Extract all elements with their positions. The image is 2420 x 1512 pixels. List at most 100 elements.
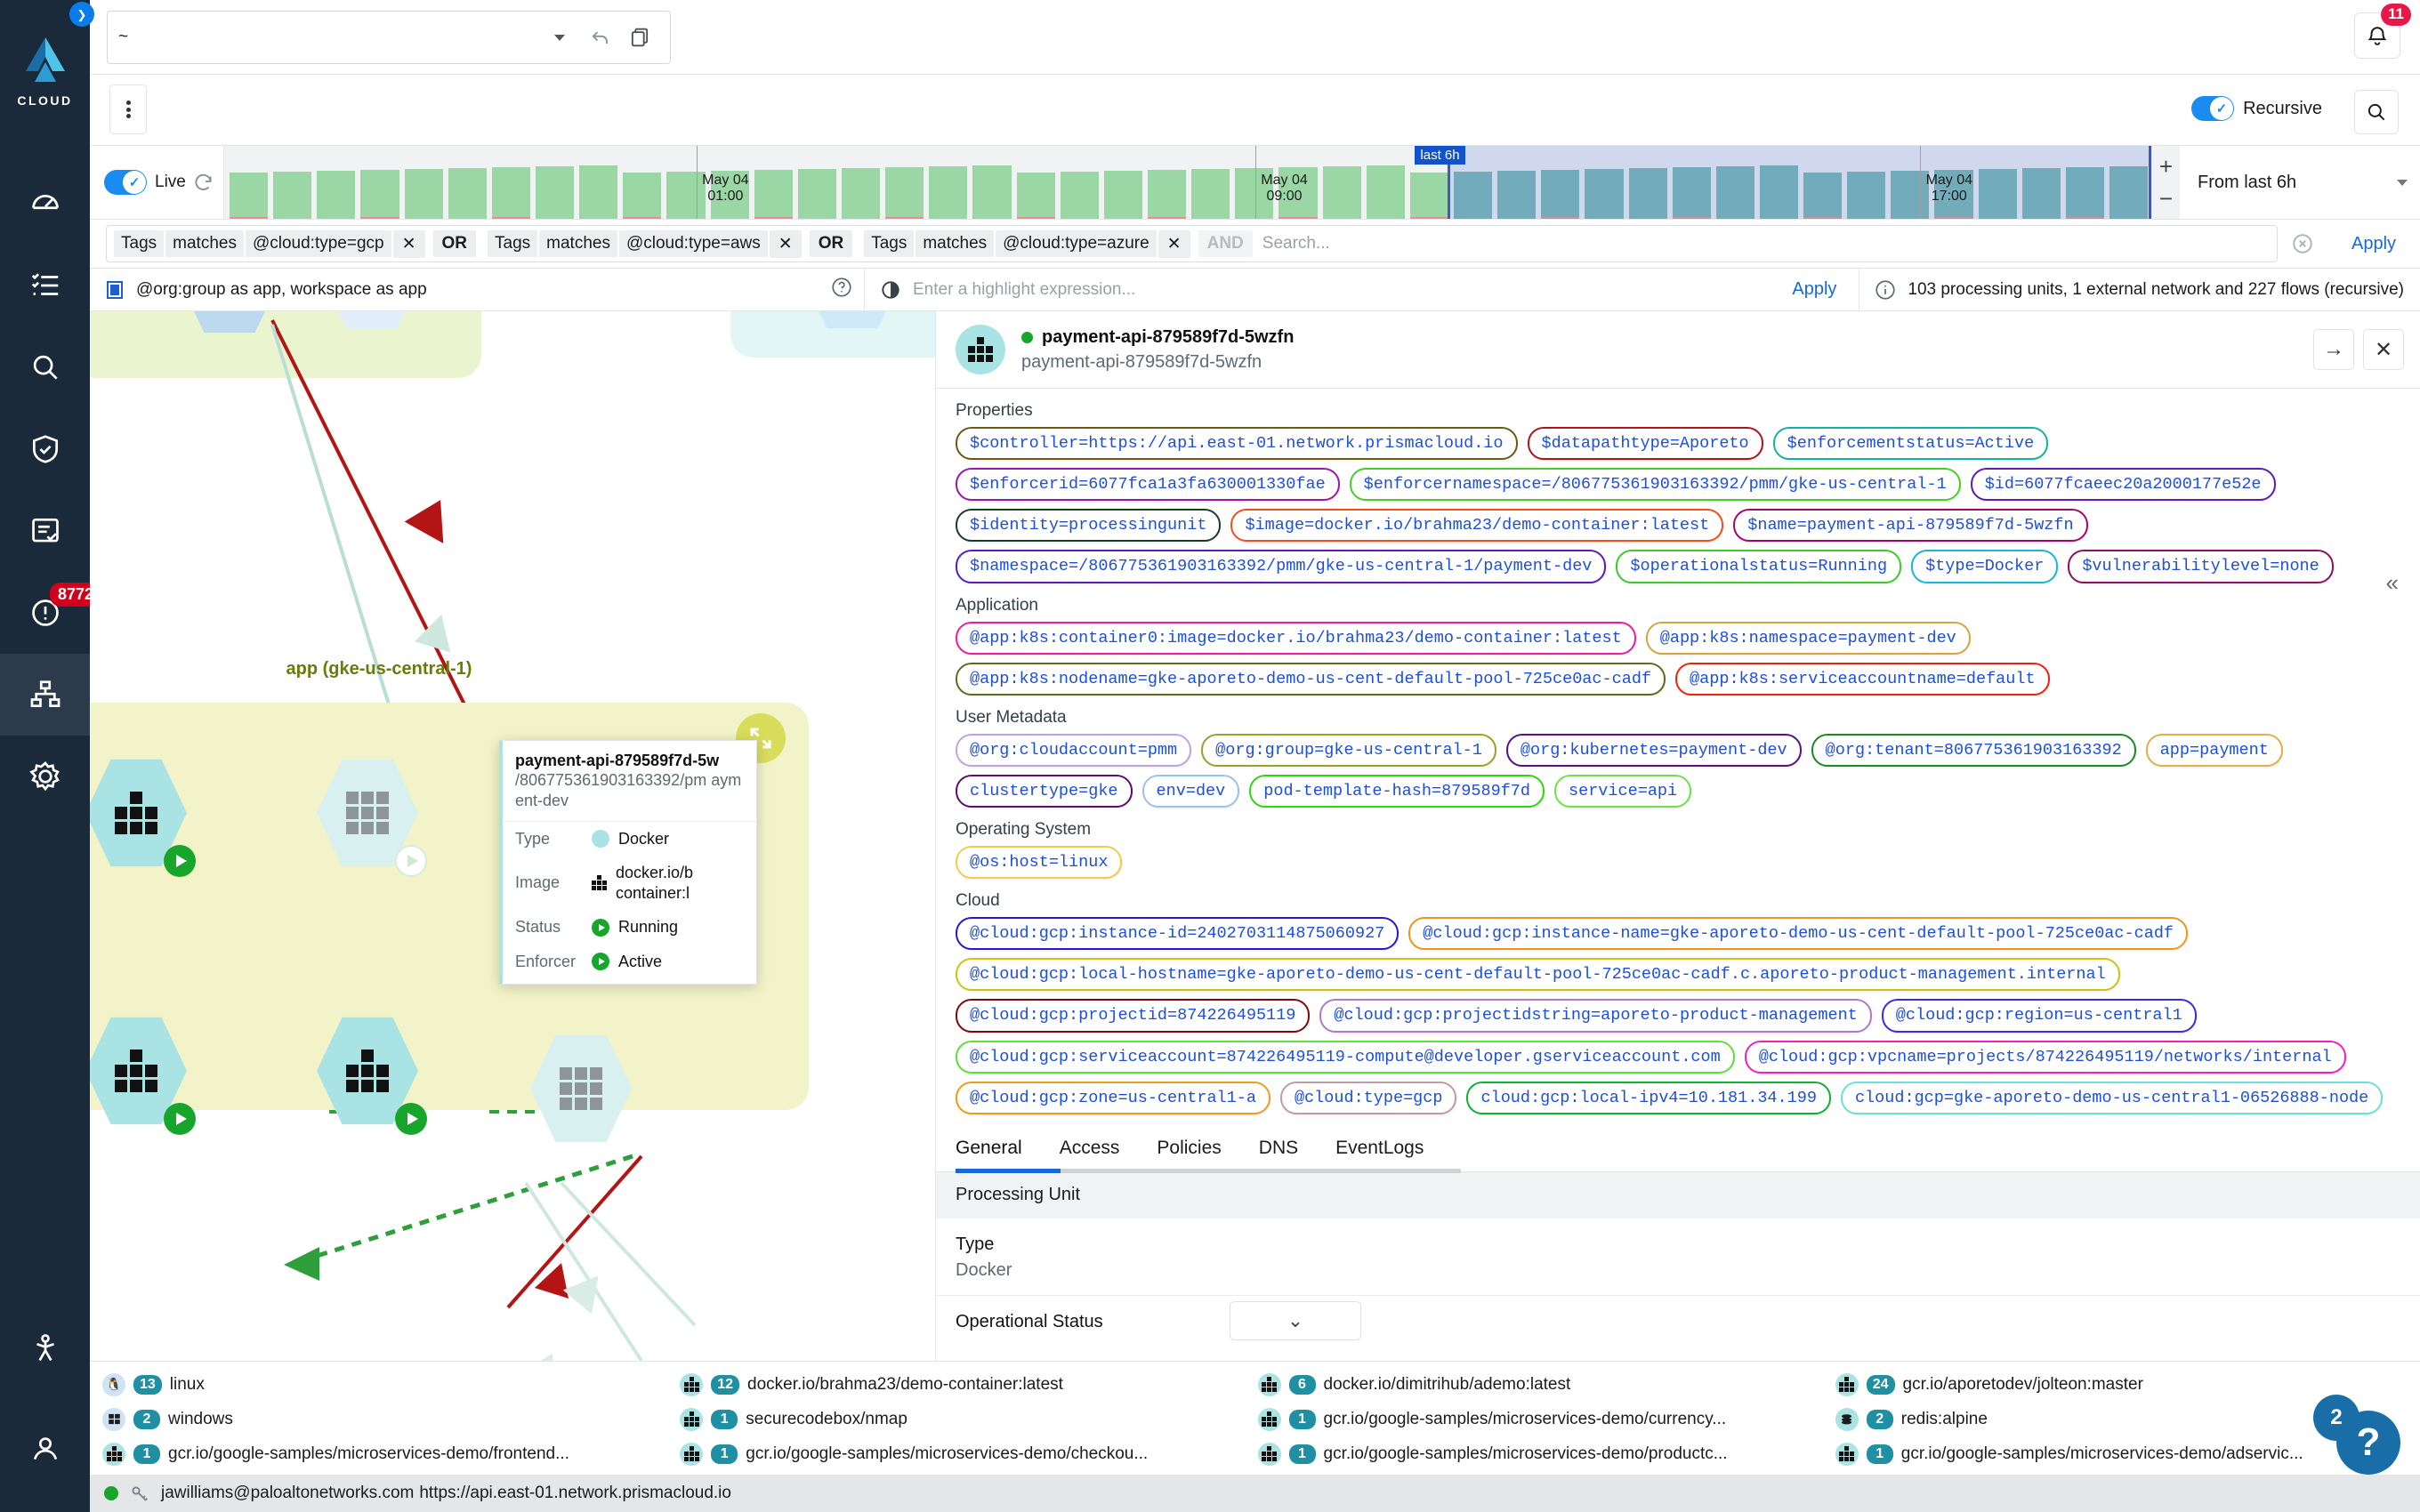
panel-next-button[interactable]: →: [2313, 329, 2354, 370]
network-map-canvas[interactable]: app (gke-us-central-1) payment-api-87958…: [90, 311, 935, 1361]
tag-chip[interactable]: @cloud:gcp:region=us-central1: [1881, 999, 2197, 1033]
sidebar-item-inventory[interactable]: [0, 245, 90, 326]
timeline-bar[interactable]: [1497, 171, 1537, 219]
filter-value[interactable]: @cloud:type=gcp: [245, 230, 391, 257]
timeline-bar[interactable]: [1628, 168, 1667, 219]
filter-operator[interactable]: matches: [165, 230, 244, 257]
timeline-bar[interactable]: [885, 167, 924, 219]
tag-chip[interactable]: @org:cloudaccount=pmm: [956, 733, 1192, 767]
timeline-bar[interactable]: [1978, 169, 2017, 219]
sidebar-item-reports[interactable]: [0, 490, 90, 572]
tag-chip[interactable]: $enforcernamespace=/806775361903163392/p…: [1349, 468, 1961, 502]
timeline-bar[interactable]: [2021, 168, 2061, 219]
filter-search-placeholder[interactable]: Search...: [1262, 234, 1330, 253]
highlight-apply-button[interactable]: Apply: [1770, 279, 1859, 300]
timeline-bar[interactable]: [1453, 172, 1493, 219]
timeline-bar[interactable]: [841, 168, 881, 219]
tag-chip[interactable]: @org:tenant=806775361903163392: [1811, 733, 2136, 767]
tag-chip[interactable]: $datapathtype=Aporeto: [1527, 427, 1763, 461]
timeline-bar[interactable]: [404, 169, 443, 219]
notifications-button[interactable]: 11: [2354, 4, 2411, 59]
tag-chip[interactable]: env=dev: [1141, 774, 1240, 808]
collapse-properties-chevron-icon[interactable]: «: [2386, 569, 2399, 597]
tag-chip[interactable]: @org:kubernetes=payment-dev: [1505, 733, 1802, 767]
timeline-bar[interactable]: [579, 165, 618, 219]
filter-apply-button[interactable]: Apply: [2327, 234, 2420, 254]
image-list-item[interactable]: 1 gcr.io/google-samples/microservices-dem…: [1257, 1436, 1830, 1471]
timeline-bar[interactable]: [929, 166, 968, 219]
timeline-bar[interactable]: [1847, 172, 1886, 219]
sidebar-item-settings[interactable]: [0, 736, 90, 817]
timeline-bar[interactable]: [2109, 166, 2149, 219]
map-search-button[interactable]: [2354, 90, 2399, 134]
tag-chip[interactable]: @app:k8s:nodename=gke-aporeto-demo-us-ce…: [956, 662, 1666, 696]
filter-value[interactable]: @cloud:type=azure: [996, 230, 1157, 257]
tag-chip[interactable]: @cloud:gcp:vpcname=projects/874226495119…: [1744, 1040, 2346, 1074]
tag-chip[interactable]: @app:k8s:container0:image=docker.io/brah…: [956, 621, 1636, 655]
tab-general[interactable]: General: [956, 1130, 1042, 1171]
sidebar-item-account[interactable]: [0, 1407, 90, 1489]
help-icon[interactable]: [830, 276, 853, 303]
tag-chip[interactable]: app=payment: [2145, 733, 2283, 767]
timeline-bar[interactable]: [491, 167, 530, 219]
time-range-select[interactable]: From last 6h: [2180, 146, 2420, 219]
tag-chip[interactable]: @cloud:type=gcp: [1279, 1081, 1457, 1114]
recursive-toggle[interactable]: ✓: [2191, 96, 2235, 121]
tag-chip[interactable]: @cloud:gcp:instance-id=24027031148750609…: [956, 917, 1400, 951]
filter-conjunction[interactable]: OR: [432, 230, 477, 257]
filter-field[interactable]: Tags: [864, 230, 915, 257]
timeline-bar[interactable]: [1759, 165, 1799, 219]
tab-access[interactable]: Access: [1060, 1130, 1140, 1171]
sidebar-item-alerts[interactable]: 8772: [0, 572, 102, 654]
timeline-bar[interactable]: [1715, 166, 1754, 219]
timeline-bar[interactable]: [1191, 169, 1230, 219]
timeline-bar[interactable]: [1322, 166, 1361, 219]
timeline-bar[interactable]: [1672, 167, 1711, 219]
filter-input[interactable]: Tags matches @cloud:type=gcp ✕ OR Tags m…: [106, 225, 2278, 262]
tag-chip[interactable]: @cloud:gcp:projectidstring=aporeto-produ…: [1319, 999, 1872, 1033]
filter-operator[interactable]: matches: [539, 230, 617, 257]
live-toggle[interactable]: ✓: [104, 170, 147, 195]
tag-chip[interactable]: clustertype=gke: [956, 774, 1133, 808]
tag-chip[interactable]: @cloud:gcp:zone=us-central1-a: [956, 1081, 1270, 1114]
namespace-select[interactable]: ~: [107, 11, 671, 64]
tab-scroll-track[interactable]: [1061, 1168, 1461, 1173]
tag-chip[interactable]: $type=Docker: [1911, 550, 2059, 583]
timeline-bar[interactable]: [1585, 169, 1624, 219]
tag-chip[interactable]: $identity=processingunit: [956, 509, 1222, 543]
tag-chip[interactable]: $id=6077fcaeec20a2000177e52e: [1970, 468, 2276, 502]
filter-clear-button[interactable]: [2278, 232, 2327, 255]
timeline-histogram[interactable]: last 6h May 04 01:00 May 04 09:00 May 04…: [223, 146, 2151, 219]
tag-chip[interactable]: $image=docker.io/brahma23/demo-container…: [1230, 509, 1724, 543]
filter-field[interactable]: Tags: [114, 230, 165, 257]
filter-field[interactable]: Tags: [488, 230, 538, 257]
image-list-item[interactable]: 🐧 13 linux: [102, 1367, 674, 1402]
image-list-item[interactable]: 24 gcr.io/aporetodev/jolteon:master: [1835, 1367, 2408, 1402]
tag-chip[interactable]: $operationalstatus=Running: [1616, 550, 1902, 583]
timeline-bar[interactable]: [1366, 165, 1405, 219]
graph-node-payment-2[interactable]: [317, 756, 427, 877]
grouping-expression[interactable]: @org:group as app, workspace as app: [136, 280, 427, 300]
timeline-bar[interactable]: [754, 170, 793, 219]
tag-chip[interactable]: $namespace=/806775361903163392/pmm/gke-u…: [956, 550, 1607, 583]
graph-node-payment-5[interactable]: [530, 1032, 632, 1146]
graph-node-payment-1[interactable]: [90, 756, 196, 877]
timeline-bar[interactable]: [1060, 172, 1099, 219]
image-list-item[interactable]: 1 gcr.io/google-samples/microservices-dem…: [102, 1436, 674, 1471]
graph-node-payment-3[interactable]: [90, 1014, 196, 1135]
tag-chip[interactable]: @cloud:gcp:instance-name=gke-aporeto-dem…: [1408, 917, 2189, 951]
timeline-bar[interactable]: [623, 173, 662, 219]
more-options-button[interactable]: [109, 84, 147, 134]
filter-value[interactable]: @cloud:type=aws: [618, 230, 768, 257]
sidebar-item-dashboard[interactable]: [0, 163, 90, 245]
timeline-bar[interactable]: [317, 171, 356, 219]
tag-chip[interactable]: pod-template-hash=879589f7d: [1249, 774, 1545, 808]
filter-remove-button[interactable]: ✕: [392, 229, 425, 258]
timeline-bar[interactable]: [972, 165, 1012, 219]
tag-chip[interactable]: @org:group=gke-us-central-1: [1201, 733, 1496, 767]
filter-remove-button[interactable]: ✕: [769, 229, 802, 258]
tab-dns[interactable]: DNS: [1259, 1130, 1318, 1171]
tag-chip[interactable]: $vulnerabilitylevel=none: [2068, 550, 2334, 583]
sidebar-item-logout[interactable]: [0, 1307, 90, 1389]
image-list-item[interactable]: 12 docker.io/brahma23/demo-container:late…: [680, 1367, 1252, 1402]
